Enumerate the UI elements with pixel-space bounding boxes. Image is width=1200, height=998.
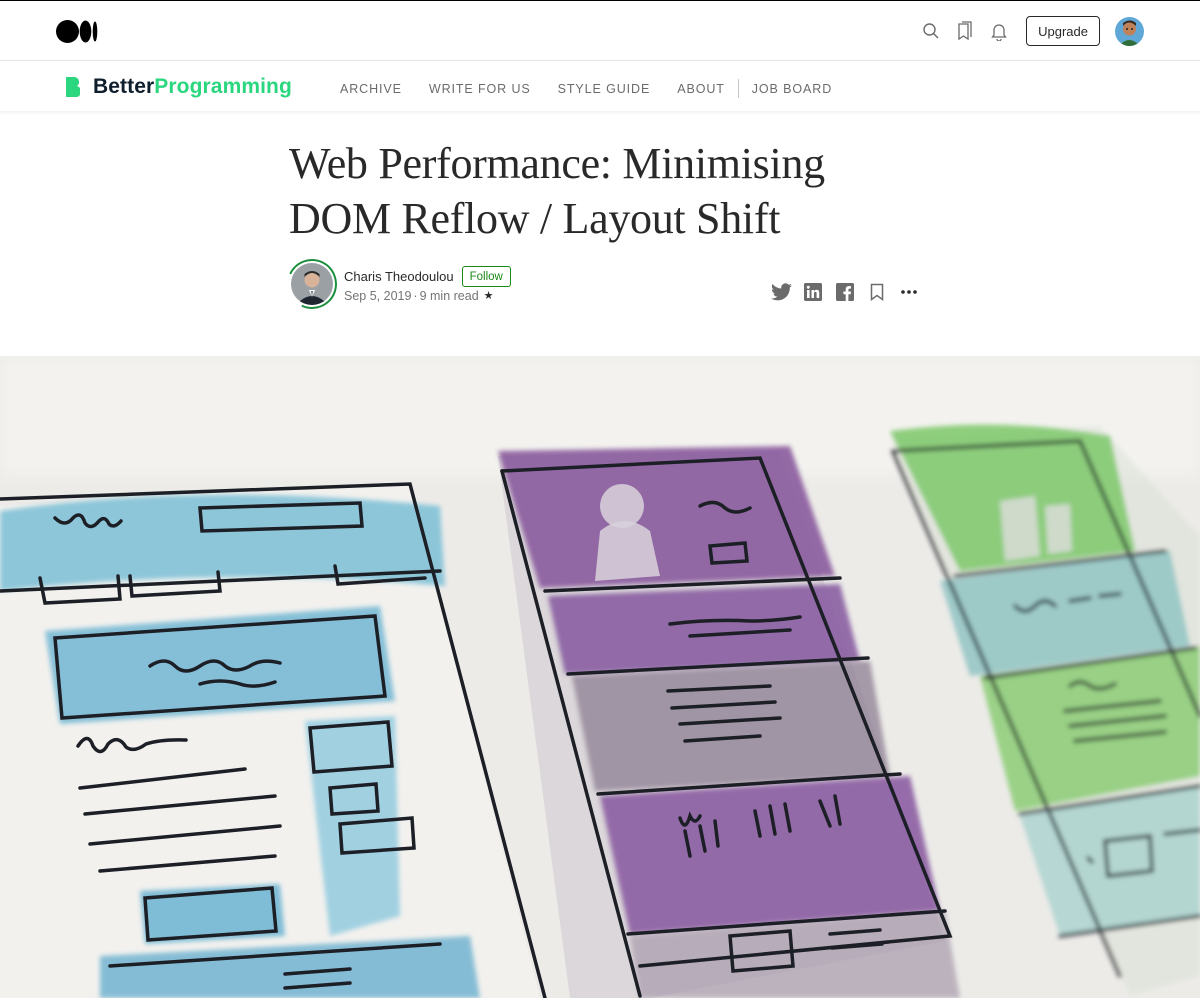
publication-name-part1: Better [93, 75, 155, 98]
article-byline: Charis Theodoulou Follow Sep 5, 2019 · 9… [279, 251, 511, 317]
member-star-icon: ★ [483, 290, 494, 302]
meta-separator: · [413, 288, 418, 303]
publication-logo[interactable]: Better Programming [66, 75, 292, 99]
nav-about[interactable]: ABOUT [677, 82, 725, 96]
publish-date: Sep 5, 2019 [344, 288, 412, 303]
hero-image [0, 356, 1200, 998]
publication-name-part2: Programming [154, 75, 292, 98]
medium-logo-icon[interactable] [56, 19, 98, 44]
upgrade-button[interactable]: Upgrade [1026, 16, 1100, 46]
publication-nav-links: ARCHIVE WRITE FOR US STYLE GUIDE ABOUT J… [340, 79, 859, 98]
twitter-icon[interactable] [770, 282, 792, 302]
user-avatar[interactable] [1115, 16, 1144, 46]
article-title-line2: DOM Reflow / Layout Shift [289, 194, 781, 243]
nav-archive[interactable]: ARCHIVE [340, 82, 402, 96]
bookmark-icon[interactable] [866, 282, 888, 302]
nav-write-for-us[interactable]: WRITE FOR US [429, 82, 531, 96]
facebook-icon[interactable] [834, 282, 856, 302]
nav-style-guide[interactable]: STYLE GUIDE [558, 82, 651, 96]
author-avatar[interactable] [279, 251, 345, 317]
bookmarks-icon[interactable] [948, 15, 982, 47]
more-options-icon[interactable] [898, 282, 920, 302]
notifications-bell-icon[interactable] [982, 15, 1016, 47]
better-programming-logo-icon [66, 77, 80, 97]
nav-job-board[interactable]: JOB BOARD [752, 82, 832, 96]
top-navigation-bar: Upgrade [0, 0, 1200, 61]
share-actions [770, 282, 930, 302]
publication-navigation-bar: Better Programming ARCHIVE WRITE FOR US S… [0, 61, 1200, 111]
author-photo [291, 263, 333, 305]
article-title-line1: Web Performance: Minimising [289, 139, 825, 188]
article-title: Web Performance: Minimising DOM Reflow /… [289, 136, 929, 246]
nav-divider [737, 79, 739, 98]
search-icon[interactable] [914, 15, 948, 47]
author-name[interactable]: Charis Theodoulou [344, 269, 454, 284]
read-time: 9 min read [419, 288, 479, 303]
linkedin-icon[interactable] [802, 282, 824, 302]
follow-button[interactable]: Follow [461, 266, 511, 287]
